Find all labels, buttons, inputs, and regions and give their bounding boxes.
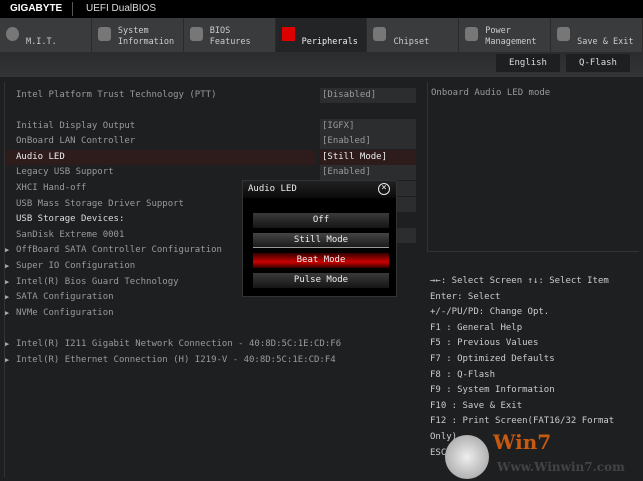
submenu-i219[interactable]: ▶ Intel(R) Ethernet Connection (H) I219-V… <box>5 353 425 368</box>
app-title: UEFI DualBIOS <box>86 3 157 14</box>
toolbar: English Q-Flash <box>0 52 643 77</box>
key-hint: →←: Select Screen ↑↓: Select Item <box>430 276 609 286</box>
setting-value[interactable]: [Disabled] <box>320 88 416 103</box>
tab-label: Save & Exit <box>577 37 634 47</box>
setting-label: XHCI Hand-off <box>16 183 87 193</box>
tab-label: Management <box>485 37 537 47</box>
help-text: Onboard Audio LED mode <box>431 88 551 98</box>
tab-label: System <box>117 26 149 36</box>
option-pulse-mode[interactable]: Pulse Mode <box>253 273 389 288</box>
tab-chipset[interactable]: Chipset <box>367 18 460 52</box>
submenu-label: Super IO Configuration <box>16 261 136 271</box>
english-button[interactable]: English <box>496 54 560 72</box>
tab-label: Power <box>485 26 511 36</box>
help-panel: Onboard Audio LED mode <box>427 82 639 252</box>
gear-icon <box>97 27 111 41</box>
triangle-right-icon: ▶ <box>5 262 10 270</box>
tab-system-information[interactable]: System Information <box>92 18 184 52</box>
submenu-label: Intel(R) Ethernet Connection (H) I219-V … <box>16 355 336 365</box>
watermark: Win7 Www.Winwin7.com <box>445 425 640 481</box>
main-tabs: M.I.T. System Information BIOS Features Pe… <box>0 18 643 52</box>
option-off[interactable]: Off <box>253 213 389 228</box>
setting-label: Intel Platform Trust Technology (PTT) <box>16 90 217 100</box>
key-hint: F7 : Optimized Defaults <box>430 353 555 364</box>
option-beat-mode[interactable]: Beat Mode <box>253 253 389 268</box>
dialog-title: Audio LED <box>248 184 297 194</box>
triangle-right-icon: ▶ <box>5 246 10 254</box>
tab-mit[interactable]: M.I.T. <box>0 18 92 52</box>
tab-label: Chipset <box>393 37 430 47</box>
chipset-icon <box>373 27 387 41</box>
setting-legacy-usb[interactable]: Legacy USB Support [Enabled] <box>5 165 425 180</box>
setting-value[interactable]: [Still Mode] <box>320 150 416 165</box>
setting-label: Audio LED <box>16 152 65 162</box>
submenu-label: Intel(R) Bios Guard Technology <box>16 277 179 287</box>
key-hint: F5 : Previous Values <box>430 338 539 349</box>
watermark-text: Win7 <box>493 430 552 454</box>
setting-value[interactable]: [Enabled] <box>320 165 416 180</box>
tab-label: Features <box>209 37 251 47</box>
audio-led-dialog: Audio LED × Off Still Mode Beat Mode Puls… <box>242 180 397 297</box>
divider <box>72 2 73 16</box>
setting-audio-led[interactable]: Audio LED [Still Mode] <box>5 150 416 165</box>
triangle-right-icon: ▶ <box>5 309 10 317</box>
triangle-right-icon: ▶ <box>5 293 10 301</box>
option-still-mode[interactable]: Still Mode <box>253 233 389 248</box>
chip-plus-icon <box>189 27 203 41</box>
watermark-url: Www.Winwin7.com <box>497 460 625 474</box>
setting-label: SanDisk Extreme 0001 <box>16 230 125 240</box>
key-hint: +/-/PU/PD: Change Opt. <box>430 307 550 318</box>
q-flash-button[interactable]: Q-Flash <box>566 54 630 72</box>
tab-label: Peripherals <box>301 37 358 47</box>
key-hint: F1 : General Help <box>430 322 523 333</box>
tab-label: M.I.T. <box>26 37 57 47</box>
tab-label: Information <box>117 37 175 47</box>
setting-label: OnBoard LAN Controller <box>16 136 136 146</box>
tab-power-management[interactable]: Power Management <box>459 18 552 52</box>
gigabyte-logo: GIGABYTE <box>10 3 63 14</box>
setting-value[interactable]: [IGFX] <box>320 119 416 134</box>
setting-initial-display[interactable]: Initial Display Output [IGFX] <box>5 119 425 134</box>
setting-value[interactable]: [Enabled] <box>320 134 416 149</box>
close-icon[interactable]: × <box>378 183 390 195</box>
submenu-label: OffBoard SATA Controller Configuration <box>16 245 222 255</box>
setting-onboard-lan[interactable]: OnBoard LAN Controller [Enabled] <box>5 134 425 149</box>
windows-logo-icon <box>445 435 489 479</box>
disc-icon <box>6 27 19 41</box>
key-hint: F9 : System Information <box>430 385 555 396</box>
tab-save-exit[interactable]: Save & Exit <box>551 18 643 52</box>
submenu-i211[interactable]: ▶ Intel(R) I211 Gigabit Network Connectio… <box>5 337 425 352</box>
submenu-label: NVMe Configuration <box>16 308 114 318</box>
setting-label: Initial Display Output <box>16 121 136 131</box>
dialog-title-bar: Audio LED × <box>243 181 396 198</box>
setting-ptt[interactable]: Intel Platform Trust Technology (PTT) [Di… <box>5 88 425 103</box>
tab-peripherals[interactable]: Peripherals <box>275 18 368 52</box>
submenu-label: Intel(R) I211 Gigabit Network Connection… <box>16 339 342 349</box>
triangle-right-icon: ▶ <box>5 278 10 286</box>
tab-bios-features[interactable]: BIOS Features <box>184 18 276 52</box>
setting-label: Legacy USB Support <box>16 167 114 177</box>
exit-icon <box>557 27 571 41</box>
key-hint: Enter: Select <box>430 291 501 302</box>
key-hint: F10 : Save & Exit <box>430 400 523 411</box>
setting-label: USB Mass Storage Driver Support <box>16 199 184 209</box>
plug-icon <box>281 27 295 41</box>
key-hint: F8 : Q-Flash <box>430 369 496 380</box>
triangle-right-icon: ▶ <box>5 356 10 364</box>
section-label: USB Storage Devices: <box>16 214 125 224</box>
triangle-right-icon: ▶ <box>5 340 10 348</box>
submenu-nvme[interactable]: ▶ NVMe Configuration <box>5 306 425 321</box>
submenu-label: SATA Configuration <box>16 292 114 302</box>
title-bar: GIGABYTE UEFI DualBIOS <box>0 0 643 18</box>
tab-label: BIOS <box>209 26 231 36</box>
power-leaf-icon <box>465 27 479 41</box>
